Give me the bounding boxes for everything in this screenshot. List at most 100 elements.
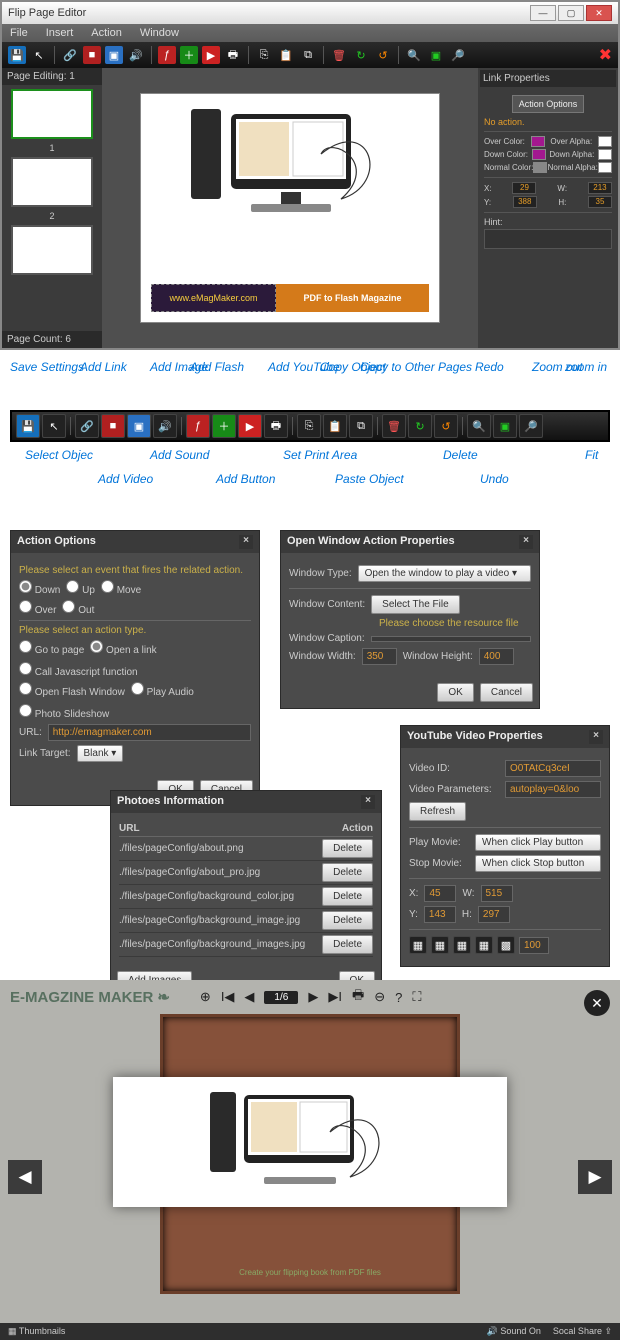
pointer-icon[interactable]: ↖ (30, 46, 48, 64)
print-icon[interactable]: 🖶 (352, 986, 364, 1008)
zoom-out-icon[interactable]: ⊖ (374, 989, 385, 1005)
social-share-button[interactable]: Socal Share ⇪ (553, 1326, 612, 1337)
radio-flash-window[interactable]: Open Flash Window (19, 682, 125, 698)
redo-icon[interactable]: ↻ (352, 46, 370, 64)
paste-button[interactable]: 📋 (323, 414, 347, 438)
thumbnail-1[interactable] (11, 89, 93, 139)
video-button[interactable]: ■ (101, 414, 125, 438)
select-file-button[interactable]: Select The File (371, 595, 460, 614)
align-icon[interactable]: ▦ (475, 936, 493, 954)
close-icon[interactable]: × (239, 535, 253, 549)
link-icon[interactable]: 🔗 (61, 46, 79, 64)
fit-icon[interactable]: ▣ (427, 46, 445, 64)
play-select[interactable]: When click Play button (475, 834, 601, 851)
page-canvas[interactable]: www.eMagMaker.com PDF to Flash Magazine (140, 93, 440, 323)
minimize-button[interactable]: — (530, 5, 556, 21)
radio-open-link[interactable]: Open a link (90, 640, 156, 656)
zoom-out-icon[interactable]: 🔍 (405, 46, 423, 64)
down-alpha-box[interactable] (598, 149, 612, 160)
normal-color-swatch[interactable] (533, 162, 547, 173)
video-icon[interactable]: ■ (83, 46, 101, 64)
delete-button[interactable]: Delete (322, 863, 373, 882)
zoom-in-button[interactable]: 🔎 (519, 414, 543, 438)
first-page-icon[interactable]: I◀ (221, 989, 235, 1005)
fit-button[interactable]: ▣ (493, 414, 517, 438)
y-input[interactable]: 388 (513, 196, 537, 208)
refresh-button[interactable]: Refresh (409, 802, 466, 821)
delete-button[interactable]: Delete (322, 887, 373, 906)
stop-select[interactable]: When click Stop button (475, 855, 601, 872)
target-select[interactable]: Blank ▾ (77, 745, 124, 762)
close-toolbar-icon[interactable]: ✖ (599, 45, 612, 65)
cancel-button[interactable]: Cancel (480, 683, 533, 702)
yt-w-input[interactable]: 515 (481, 885, 513, 902)
copy-icon[interactable]: ⎘ (255, 46, 273, 64)
next-page-icon[interactable]: ▶ (308, 989, 318, 1005)
h-input[interactable]: 35 (588, 196, 612, 208)
window-type-select[interactable]: Open the window to play a video ▾ (358, 565, 531, 582)
youtube-icon[interactable]: ▶ (202, 46, 220, 64)
paste-icon[interactable]: 📋 (277, 46, 295, 64)
height-input[interactable]: 400 (479, 648, 514, 665)
copy-pages-button[interactable]: ⧉ (349, 414, 373, 438)
thumbnails-button[interactable]: ▦ Thumbnails (8, 1326, 65, 1337)
page-counter[interactable]: 1/6 (264, 991, 298, 1004)
youtube-button[interactable]: ▶ (238, 414, 262, 438)
x-input[interactable]: 29 (512, 182, 536, 194)
print-area-icon[interactable]: 🖶 (224, 46, 242, 64)
flash-icon[interactable]: ƒ (158, 46, 176, 64)
width-input[interactable]: 350 (362, 648, 397, 665)
url-input[interactable]: http://emagmaker.com (48, 724, 251, 741)
prev-page-icon[interactable]: ◀ (244, 989, 254, 1005)
down-color-swatch[interactable] (532, 149, 546, 160)
next-arrow[interactable]: ▶ (578, 1160, 612, 1194)
image-button[interactable]: ▣ (127, 414, 151, 438)
print-button[interactable]: 🖶 (264, 414, 288, 438)
video-id-input[interactable]: O0TAtCq3ceI (505, 760, 601, 777)
radio-call-js[interactable]: Call Javascript function (19, 662, 138, 678)
menu-window[interactable]: Window (140, 27, 179, 39)
zoom-in-icon[interactable]: 🔎 (449, 46, 467, 64)
redo-button[interactable]: ↻ (408, 414, 432, 438)
video-params-input[interactable]: autoplay=0&loo (505, 781, 601, 798)
radio-down[interactable]: Down (19, 580, 60, 596)
caption-input[interactable] (371, 636, 531, 642)
link-button[interactable]: 🔗 (75, 414, 99, 438)
help-icon[interactable]: ? (395, 990, 402, 1005)
opacity-input[interactable]: 100 (519, 937, 549, 954)
fullscreen-icon[interactable]: ⛶ (412, 989, 421, 1005)
maximize-button[interactable]: ▢ (558, 5, 584, 21)
yt-x-input[interactable]: 45 (424, 885, 456, 902)
book-page[interactable] (113, 1077, 507, 1207)
close-viewer-button[interactable]: ✕ (584, 990, 610, 1016)
close-icon[interactable]: × (589, 730, 603, 744)
copy-button[interactable]: ⎘ (297, 414, 321, 438)
yt-y-input[interactable]: 143 (424, 906, 456, 923)
save-icon[interactable]: 💾 (8, 46, 26, 64)
copy-pages-icon[interactable]: ⧉ (299, 46, 317, 64)
menu-insert[interactable]: Insert (46, 27, 74, 39)
w-input[interactable]: 213 (588, 182, 612, 194)
delete-button[interactable]: 🗑 (382, 414, 406, 438)
image-icon[interactable]: ▣ (105, 46, 123, 64)
radio-goto-page[interactable]: Go to page (19, 640, 84, 656)
close-icon[interactable]: × (519, 535, 533, 549)
canvas-area[interactable]: www.eMagMaker.com PDF to Flash Magazine (102, 68, 478, 348)
normal-alpha-box[interactable] (598, 162, 612, 173)
radio-up[interactable]: Up (66, 580, 95, 596)
delete-icon[interactable]: 🗑 (330, 46, 348, 64)
menu-file[interactable]: File (10, 27, 28, 39)
prev-arrow[interactable]: ◀ (8, 1160, 42, 1194)
last-page-icon[interactable]: ▶I (328, 989, 342, 1005)
radio-move[interactable]: Move (101, 580, 141, 596)
undo-icon[interactable]: ↺ (374, 46, 392, 64)
over-color-swatch[interactable] (531, 136, 545, 147)
over-alpha-box[interactable] (598, 136, 612, 147)
save-button[interactable]: 💾 (16, 414, 40, 438)
radio-out[interactable]: Out (62, 600, 94, 616)
select-button[interactable]: ↖ (42, 414, 66, 438)
close-icon[interactable]: × (361, 795, 375, 809)
thumbnail-3[interactable] (11, 225, 93, 275)
undo-button[interactable]: ↺ (434, 414, 458, 438)
sound-icon[interactable]: 🔊 (127, 46, 145, 64)
